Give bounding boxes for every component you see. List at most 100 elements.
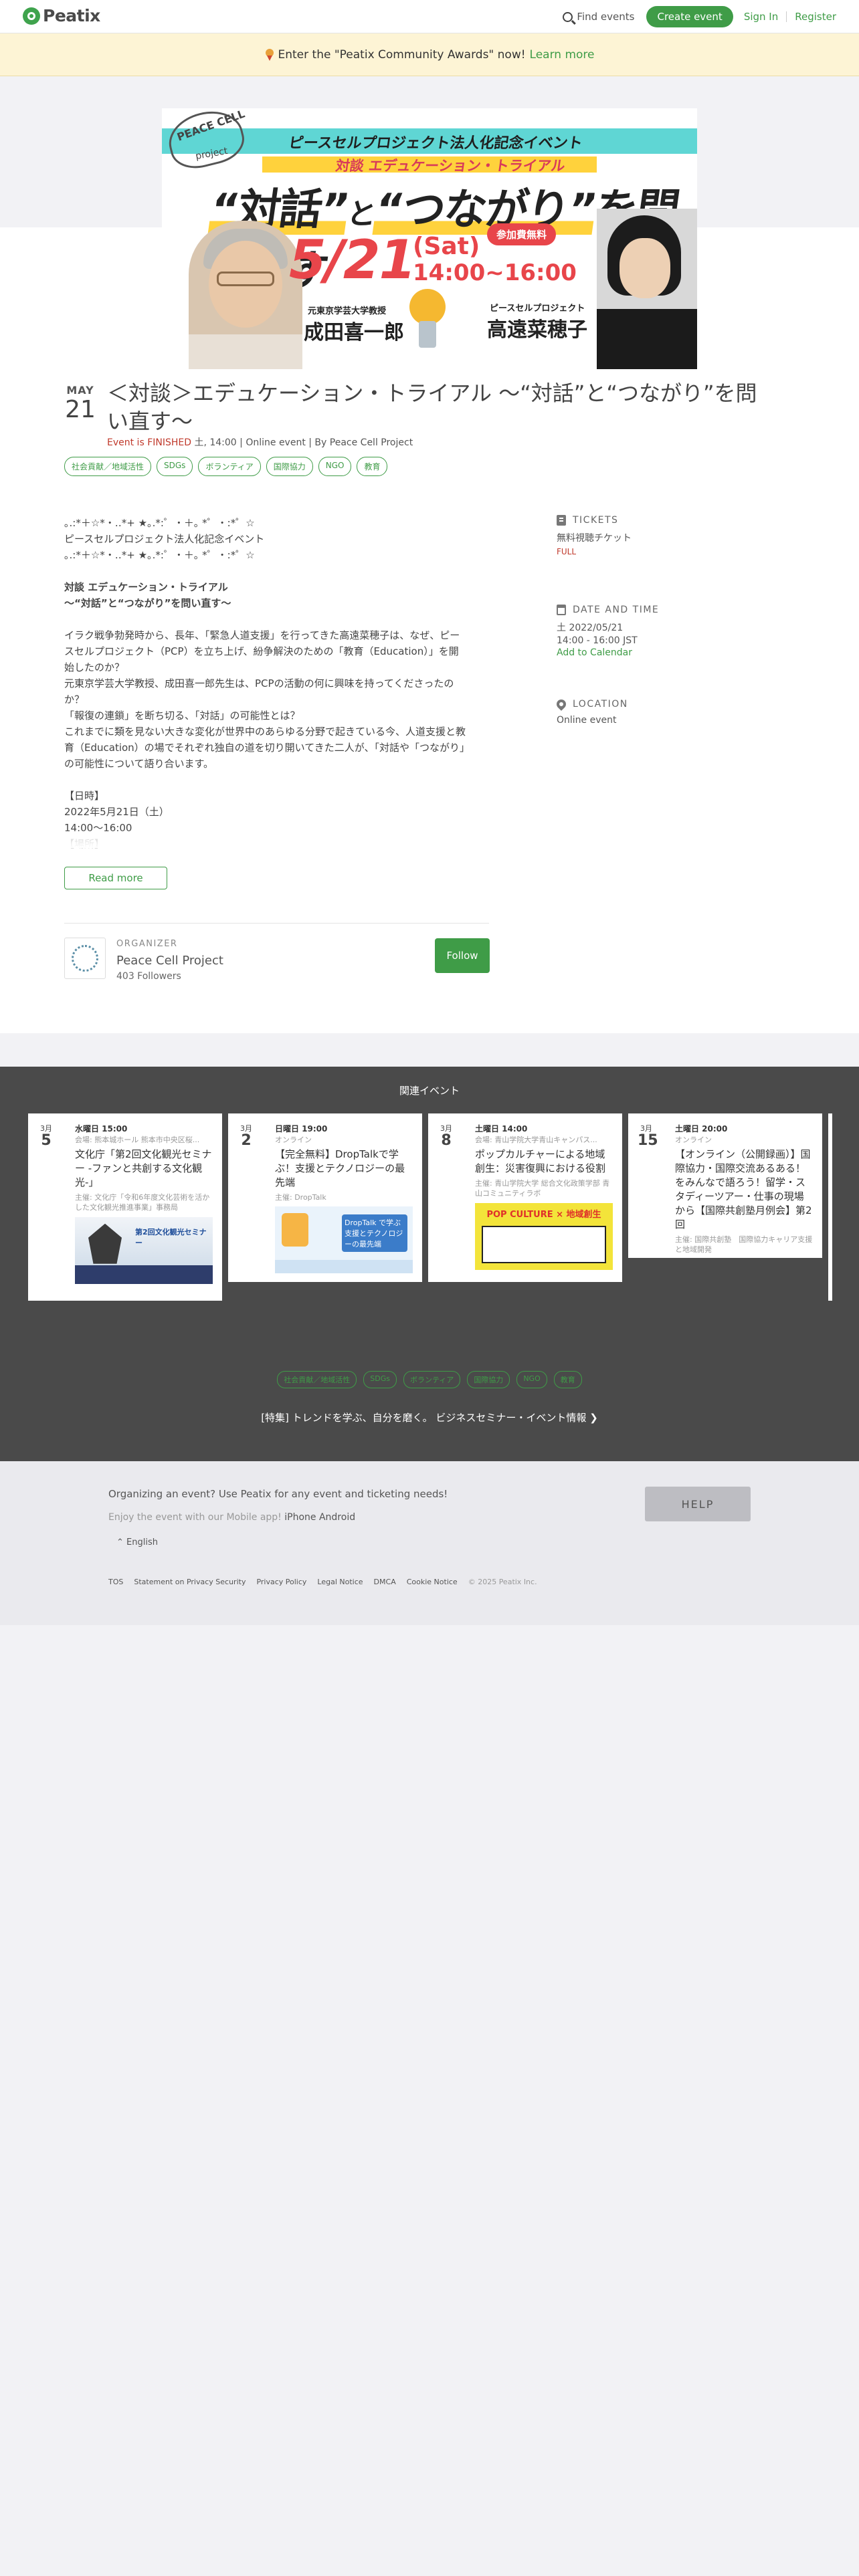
description-fade [64,829,492,848]
speaker1-photo [189,221,302,369]
related-tags: 社会貢献／地域活性 SDGs ボランティア 国際協力 NGO 教育 [0,1371,859,1388]
top-header: Peatix Find events Create event Sign In … [0,0,859,33]
footer-links: TOS Statement on Privacy Security Privac… [108,1578,537,1586]
create-event-button[interactable]: Create event [646,6,733,27]
related-tag[interactable]: ボランティア [403,1371,461,1388]
footer-link-tos[interactable]: TOS [108,1578,123,1586]
desc-line: ピースセルプロジェクト法人化記念イベント [64,533,265,545]
card-time: 日曜日 19:00 [275,1124,328,1134]
card-day: 2 [241,1132,252,1149]
add-to-calendar-link[interactable]: Add to Calendar [557,647,659,658]
footer-link-legal[interactable]: Legal Notice [317,1578,363,1586]
banner-text: Enter the "Peatix Community Awards" now! [278,47,526,62]
desc-line: イラク戦争勃発時から、長年、「緊急人道支援」を行ってきた高遠菜穂子は、なぜ、ピー [64,629,460,641]
follow-button[interactable]: Follow [435,938,490,973]
footer-link-privacy-policy[interactable]: Privacy Policy [256,1578,306,1586]
footer-link-dmca[interactable]: DMCA [374,1578,396,1586]
card-title: 文化庁「第2回文化観光セミナー -ファンと共創する文化観光-」 [75,1148,212,1188]
learn-more-link[interactable]: Learn more [530,48,595,62]
help-button[interactable]: HELP [645,1487,751,1521]
language-selector[interactable]: ⌃ English [116,1537,158,1547]
event-tag[interactable]: 国際協力 [266,457,313,476]
iphone-link[interactable]: iPhone [284,1512,316,1523]
chevron-up-icon: ⌃ [116,1537,124,1547]
footer: Organizing an event? Use Peatix for any … [0,1461,859,1625]
card-time: 土曜日 14:00 [475,1124,528,1134]
datetime-label: DATE AND TIME [573,605,660,615]
footer-app-text: Enjoy the event with our Mobile app! iPh… [108,1512,355,1523]
location-section: LOCATION Online event [555,697,628,726]
organizer-name[interactable]: Peace Cell Project [116,954,223,968]
card-venue: オンライン [675,1136,712,1144]
datetime-section: DATE AND TIME 土 2022/05/21 14:00 - 16:00… [557,605,659,658]
event-tag[interactable]: 教育 [357,457,388,476]
related-tag[interactable]: NGO [516,1371,547,1388]
card-host: 主催: 国際共創塾 国際協力キャリア支援と地域開発 [675,1235,813,1255]
related-tag[interactable]: 国際協力 [467,1371,510,1388]
tickets-label: TICKETS [573,515,619,526]
footer-link-privacy-security[interactable]: Statement on Privacy Security [134,1578,246,1586]
find-events-link[interactable]: Find events [563,11,634,23]
tickets-section: TICKETS 無料視聴チケット FULL [557,515,632,556]
card-time: 水曜日 15:00 [75,1124,128,1134]
award-icon [265,48,274,61]
related-tag[interactable]: 教育 [553,1371,582,1388]
footer-organizer-text: Organizing an event? Use Peatix for any … [108,1488,448,1500]
event-title: ＜対談＞エデュケーション・トライアル 〜“対話”と“つながり”を問い直す〜 [107,381,757,434]
organizer-followers: 403 Followers [116,971,181,982]
peatix-logo[interactable]: Peatix [23,6,100,25]
event-tag[interactable]: 社会貢献／地域活性 [64,457,152,476]
footer-link-cookie[interactable]: Cookie Notice [407,1578,458,1586]
calendar-icon [557,605,566,615]
event-tag[interactable]: ボランティア [198,457,261,476]
related-event-card[interactable]: 3月 15 土曜日 20:00 オンライン 【オンライン（公開録画）】国際協力・国… [628,1113,822,1258]
related-title: 関連イベント [399,1085,460,1097]
related-tag[interactable]: SDGs [363,1371,397,1388]
related-tag[interactable]: 社会貢献／地域活性 [277,1371,357,1388]
desc-line [64,611,492,627]
lightbulb-icon [409,289,446,325]
copyright: © 2025 Peatix Inc. [468,1578,537,1586]
event-hero-image: PEACE CELL project ピースセルプロジェクト法人化記念イベント … [162,108,697,369]
desc-line: の可能性について語り合います。 [64,758,214,770]
card-image-text: POP CULTURE × 地域創生 [486,1209,601,1220]
divider [64,923,489,924]
related-event-card[interactable]: 3月 8 土曜日 14:00 会場: 青山学院大学青山キャンパス... ポップカル… [428,1113,622,1282]
event-month: MAY [66,384,94,397]
related-event-card[interactable]: 3月 2 日曜日 19:00 オンライン 【完全無料】DropTalkで学ぶ！支援… [228,1113,422,1282]
android-link[interactable]: Android [319,1512,355,1523]
speaker2-title: ピースセルプロジェクト [490,304,585,314]
event-tags: 社会貢献／地域活性 SDGs ボランティア 国際協力 NGO 教育 [64,457,388,476]
ticket-icon [557,515,566,526]
read-more-button[interactable]: Read more [64,867,167,889]
register-link[interactable]: Register [795,11,836,23]
ticket-status: FULL [557,547,577,556]
feature-text: [特集] トレンドを学ぶ、自分を磨く。 ビジネスセミナー・イベント情報 [261,1412,587,1424]
next-card-edge [828,1113,832,1301]
card-image-text: 第2回文化観光セミナー [135,1227,207,1247]
hero-sub-line: 対談 エデュケーション・トライアル [335,158,567,174]
desc-line [64,772,492,788]
event-status: Event is FINISHED [107,437,192,448]
desc-line: 対談 エデュケーション・トライアル [64,581,228,593]
peatix-logo-icon [23,7,40,25]
speaker1-title: 元東京学芸大学教授 [308,306,387,316]
sign-in-link[interactable]: Sign In [744,11,778,23]
desc-line: 〜“対話”と“つながり”を問い直す〜 [64,597,231,609]
desc-line: ｡.:*＋☆*・‥*+ ★｡.*:゜・＋｡ *゜・:*゜☆ [64,517,255,529]
organizer-avatar[interactable] [64,938,106,979]
find-events-label: Find events [577,11,635,23]
feature-link[interactable]: [特集] トレンドを学ぶ、自分を磨く。 ビジネスセミナー・イベント情報 ❯ [0,1410,859,1424]
search-icon [563,11,573,22]
header-separator [786,11,787,22]
event-tag[interactable]: SDGs [157,457,193,476]
hero-main-b: と [345,197,378,231]
related-event-card[interactable]: 3月 5 水曜日 15:00 会場: 熊本城ホール 熊本市中央区桜... 文化庁「… [28,1113,222,1301]
hero-top-line: ピースセルプロジェクト法人化記念イベント [287,135,584,152]
event-date: 土 2022/05/21 [557,623,624,633]
card-title: 【オンライン（公開録画）】国際協力・国際交流あるある！をみんなで語ろう！留学・ス… [675,1148,812,1230]
event-tag[interactable]: NGO [318,457,352,476]
chevron-right-icon: ❯ [589,1412,598,1424]
hero-free-badge: 参加費無料 [487,223,557,245]
desc-line: 「報復の連鎖」を断ち切る、「対話」の可能性とは？ [64,710,300,722]
